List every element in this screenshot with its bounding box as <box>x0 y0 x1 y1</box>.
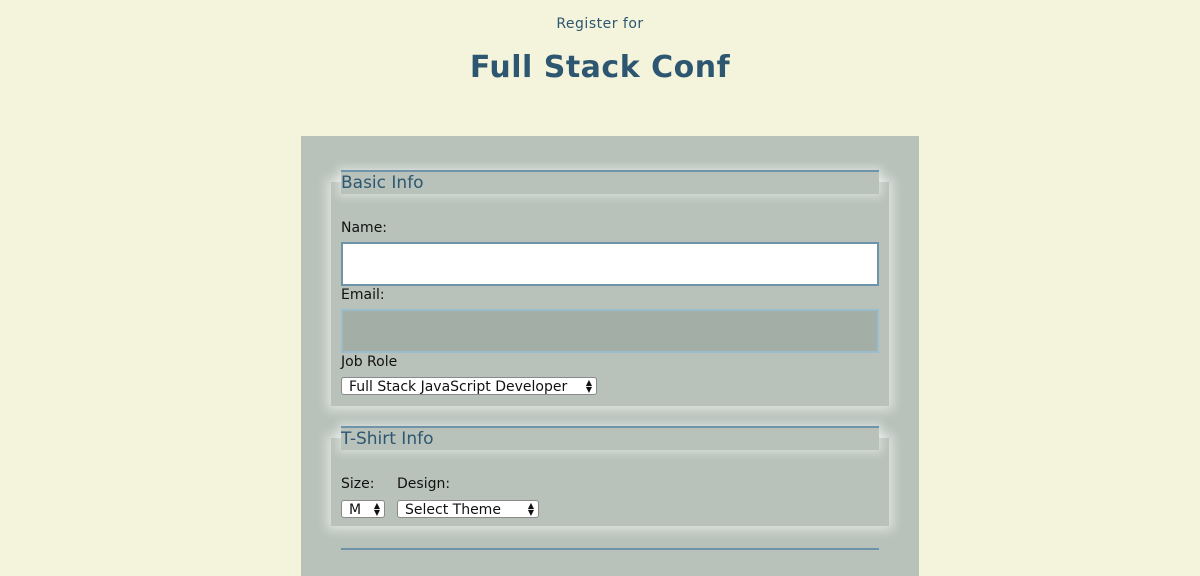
register-subtitle: Register for <box>556 16 644 32</box>
basic-info-fieldset: Basic Info Name: Email: Job Role Full St… <box>331 170 889 406</box>
job-role-select[interactable]: Full Stack JavaScript Developer ▲ ▼ <box>341 377 597 395</box>
size-select[interactable]: M ▲ ▼ <box>341 500 385 518</box>
basic-info-legend-bar: Basic Info <box>341 170 879 194</box>
tshirt-info-fieldset: T-Shirt Info Size: M ▲ ▼ Design: Select T… <box>331 426 889 526</box>
registration-form: Basic Info Name: Email: Job Role Full St… <box>301 136 919 576</box>
tshirt-info-legend-bar: T-Shirt Info <box>341 426 879 450</box>
name-label: Name: <box>341 220 388 236</box>
basic-info-legend: Basic Info <box>341 173 424 193</box>
job-role-selected-value: Full Stack JavaScript Developer <box>349 379 568 395</box>
design-select[interactable]: Select Theme ▲ ▼ <box>397 500 539 518</box>
email-input[interactable] <box>341 309 879 353</box>
updown-chevron-icon: ▲ ▼ <box>527 501 534 517</box>
design-selected-value: Select Theme <box>405 502 501 518</box>
size-selected-value: M <box>349 502 362 518</box>
design-label: Design: <box>397 476 451 492</box>
job-role-label: Job Role <box>341 354 398 370</box>
updown-chevron-icon: ▲ ▼ <box>585 378 592 394</box>
updown-chevron-icon: ▲ ▼ <box>373 501 380 517</box>
conference-title: Full Stack Conf <box>469 50 731 85</box>
tshirt-info-legend: T-Shirt Info <box>341 429 434 449</box>
size-label: Size: <box>341 476 375 492</box>
email-label: Email: <box>341 287 385 303</box>
name-input[interactable] <box>341 242 879 286</box>
